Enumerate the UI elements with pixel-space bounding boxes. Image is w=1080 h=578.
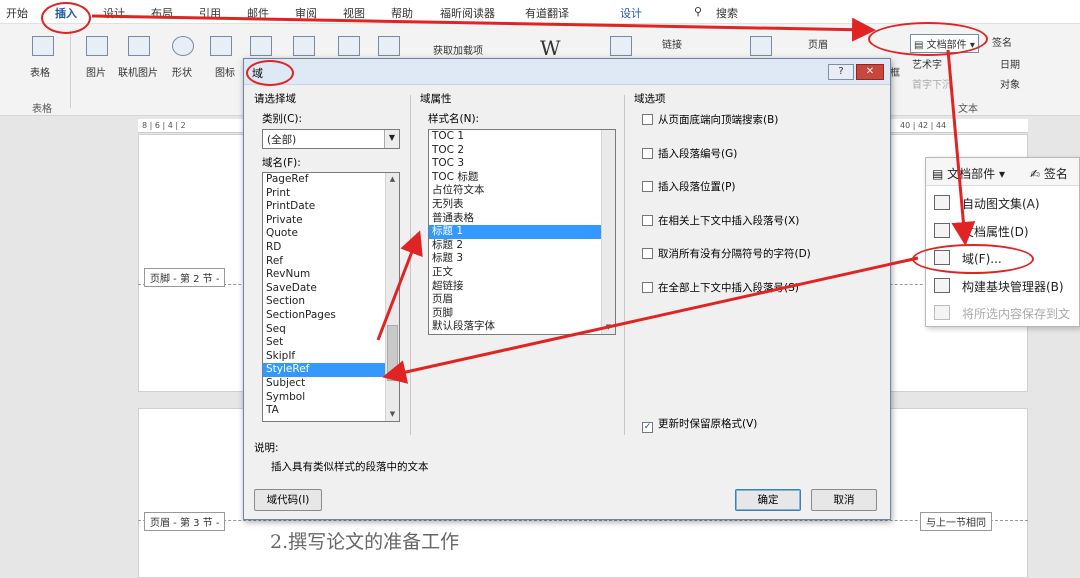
annotation-circle-insert-tab bbox=[41, 2, 91, 34]
annotation-circle-docparts bbox=[868, 22, 988, 56]
word-window: 开始 插入 设计 布局 引用 邮件 审阅 视图 帮助 福昕阅读器 有道翻译 设计… bbox=[0, 0, 1080, 578]
arrow-field-to-styleref bbox=[382, 256, 919, 384]
arrow-insert-to-docparts bbox=[91, 14, 876, 42]
annotation-circle-field-item bbox=[912, 244, 1034, 274]
arrow-docparts-to-field bbox=[946, 49, 976, 246]
annotation-arrows bbox=[91, 14, 976, 384]
annotation-circle-dialog-title bbox=[246, 60, 294, 86]
arrow-styleref-to-heading1 bbox=[376, 230, 423, 341]
